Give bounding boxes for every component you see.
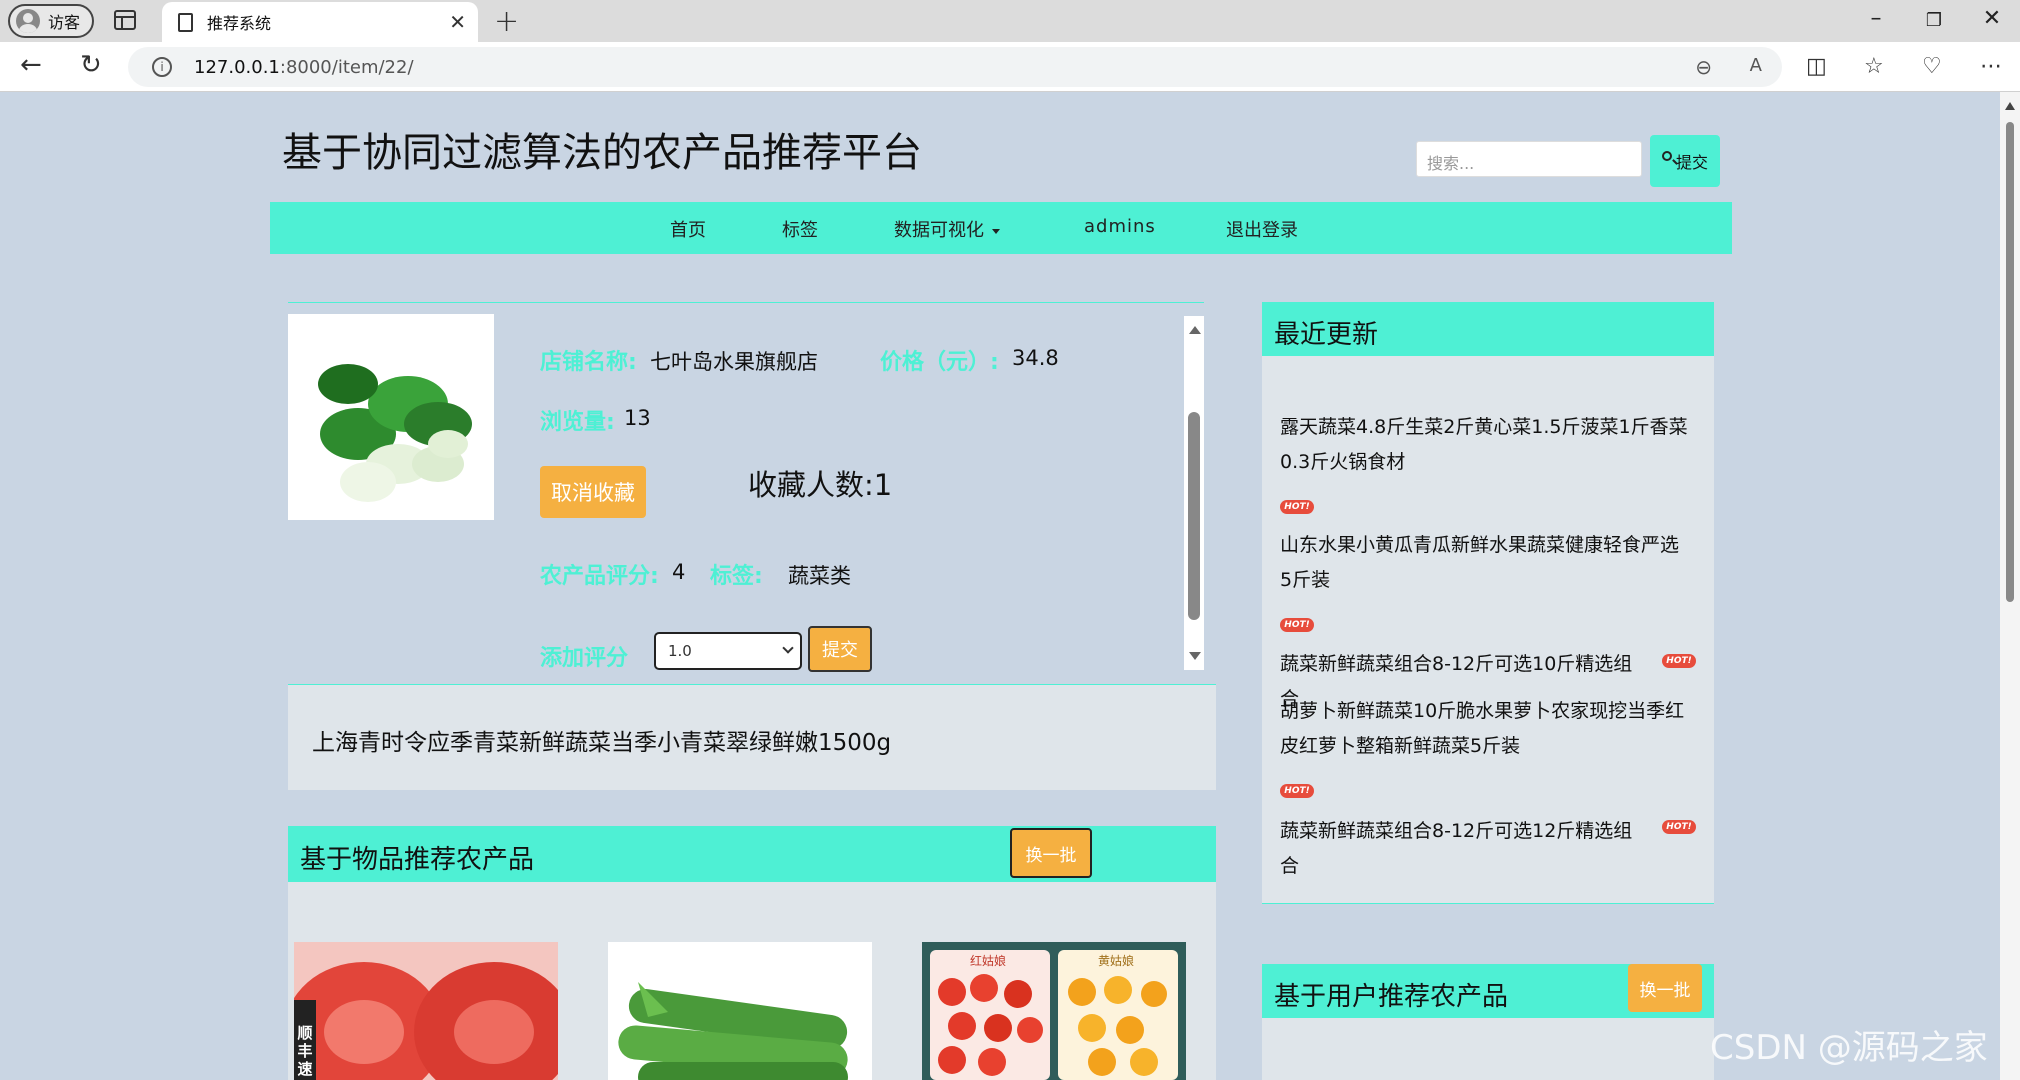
user-recs-title: 基于用户推荐农产品	[1274, 982, 1509, 1012]
main-nav: 首页 标签 数据可视化 admins 退出登录	[270, 202, 1732, 254]
site-info-icon[interactable]: i	[152, 57, 172, 77]
favorite-count: 收藏人数:1	[748, 468, 893, 502]
nav-dataviz[interactable]: 数据可视化	[894, 216, 1000, 242]
url-field[interactable]: i 127.0.0.1:8000/item/22/ ⊖ A	[128, 47, 1782, 87]
favorites-icon[interactable]: ☆	[1864, 54, 1884, 79]
zoom-icon[interactable]: ⊖	[1695, 55, 1712, 79]
profile-button[interactable]: 访客	[8, 4, 94, 38]
page-scrollbar[interactable]	[2000, 92, 2020, 1080]
recent-updates-header: 最近更新	[1262, 302, 1714, 356]
recent-item-link[interactable]: 蔬菜新鲜蔬菜组合8-12斤可选12斤精选组合	[1280, 814, 1650, 884]
recent-updates-title: 最近更新	[1274, 320, 1379, 350]
hot-badge: HOT!	[1280, 784, 1314, 798]
product-description: 上海青时令应季青菜新鲜蔬菜当季小青菜翠绿鲜嫩1500g	[312, 730, 892, 756]
rating-select[interactable]: 1.0	[654, 632, 802, 670]
hot-badge: HOT!	[1662, 820, 1696, 834]
nav-user[interactable]: admins	[1084, 216, 1156, 237]
hot-badge: HOT!	[1662, 654, 1696, 668]
scroll-up-icon[interactable]	[1189, 326, 1201, 334]
hot-badge: HOT!	[1280, 500, 1314, 514]
rec-item-badge: 顺丰速	[297, 1024, 313, 1078]
minimize-icon[interactable]: –	[1856, 6, 1896, 31]
item-recs-title: 基于物品推荐农产品	[300, 845, 535, 875]
reload-icon[interactable]: ↻	[80, 50, 102, 80]
address-bar: ← ↻ i 127.0.0.1:8000/item/22/ ⊖ A ◫ ☆ ♡ …	[0, 42, 2020, 92]
watermark: CSDN @源码之家	[1710, 1028, 1988, 1068]
views-value: 13	[624, 406, 651, 430]
price-value: 34.8	[1012, 346, 1059, 370]
rating-select-value: 1.0	[668, 642, 692, 660]
rec-item-image[interactable]: 红姑娘 黄姑娘	[922, 942, 1186, 1080]
back-icon[interactable]: ←	[20, 50, 42, 80]
user-recs-swap-button[interactable]: 换一批	[1628, 964, 1702, 1012]
browser-tab-bar: 访客 推荐系统 ✕ + – ❐ ✕	[0, 0, 2020, 42]
read-aloud-icon[interactable]: A	[1750, 55, 1762, 76]
nav-dataviz-label: 数据可视化	[894, 220, 984, 241]
search-input[interactable]: 搜索...	[1416, 141, 1642, 177]
nav-home[interactable]: 首页	[670, 216, 706, 242]
profile-label: 访客	[48, 13, 81, 32]
shop-name-label: 店铺名称:	[540, 350, 637, 375]
item-recs-swap-button[interactable]: 换一批	[1010, 828, 1092, 878]
shop-name-value: 七叶岛水果旗舰店	[650, 350, 818, 374]
scroll-up-icon[interactable]	[2005, 102, 2015, 110]
rating-label: 农产品评分:	[540, 564, 659, 589]
product-panel-scrollbar[interactable]	[1184, 316, 1204, 670]
price-label: 价格（元）:	[880, 350, 999, 375]
tag-label: 标签:	[710, 564, 763, 589]
product-image	[288, 314, 494, 520]
split-screen-icon[interactable]: ◫	[1806, 54, 1827, 79]
hot-badge: HOT!	[1280, 618, 1314, 632]
nav-tags[interactable]: 标签	[782, 216, 818, 242]
browser-tab[interactable]: 推荐系统 ✕	[162, 2, 478, 42]
window-close-icon[interactable]: ✕	[1972, 6, 2012, 31]
recent-item-link[interactable]: 胡萝卜新鲜蔬菜10斤脆水果萝卜农家现挖当季红皮红萝卜整箱新鲜蔬菜5斤装	[1280, 694, 1690, 764]
new-tab-icon[interactable]: +	[494, 4, 519, 39]
tag-value[interactable]: 蔬菜类	[788, 560, 851, 590]
rec-item-label-right: 黄姑娘	[1098, 954, 1135, 968]
browser-essentials-icon[interactable]: ♡	[1922, 54, 1942, 79]
rating-value: 4	[672, 560, 686, 584]
chevron-down-icon	[782, 642, 794, 654]
recent-item-link[interactable]: 山东水果小黄瓜青瓜新鲜水果蔬菜健康轻食严选5斤装	[1280, 528, 1690, 598]
more-menu-icon[interactable]: ⋯	[1980, 54, 2002, 79]
close-tab-icon[interactable]: ✕	[449, 10, 466, 34]
product-panel-scroll-thumb[interactable]	[1188, 412, 1200, 620]
caret-down-icon	[992, 228, 1000, 234]
search-submit-label: 提交	[1675, 153, 1708, 172]
unfavorite-button[interactable]: 取消收藏	[540, 466, 646, 518]
page-icon	[178, 12, 193, 32]
scroll-down-icon[interactable]	[1189, 652, 1201, 660]
search-icon	[1661, 151, 1672, 161]
add-rating-label: 添加评分	[540, 646, 629, 671]
scrollbar-thumb[interactable]	[2006, 122, 2014, 602]
rec-item-image[interactable]: 顺丰速	[294, 942, 558, 1080]
url-text: 127.0.0.1:8000/item/22/	[194, 57, 414, 78]
nav-logout[interactable]: 退出登录	[1226, 216, 1298, 242]
recent-item-link[interactable]: 露天蔬菜4.8斤生菜2斤黄心菜1.5斤菠菜1斤香菜0.3斤火锅食材	[1280, 410, 1690, 480]
site-title: 基于协同过滤算法的农产品推荐平台	[282, 130, 922, 176]
tab-actions-icon[interactable]	[114, 10, 136, 30]
avatar-icon	[16, 9, 40, 33]
search-submit-button[interactable]: 提交	[1650, 135, 1720, 187]
rating-submit-button[interactable]: 提交	[808, 626, 872, 672]
product-description-box: 上海青时令应季青菜新鲜蔬菜当季小青菜翠绿鲜嫩1500g	[288, 684, 1216, 790]
rec-item-image[interactable]	[608, 942, 872, 1080]
restore-icon[interactable]: ❐	[1914, 10, 1954, 31]
tab-title: 推荐系统	[207, 14, 272, 33]
views-label: 浏览量:	[540, 410, 615, 435]
rec-item-label-left: 红姑娘	[970, 954, 1007, 968]
